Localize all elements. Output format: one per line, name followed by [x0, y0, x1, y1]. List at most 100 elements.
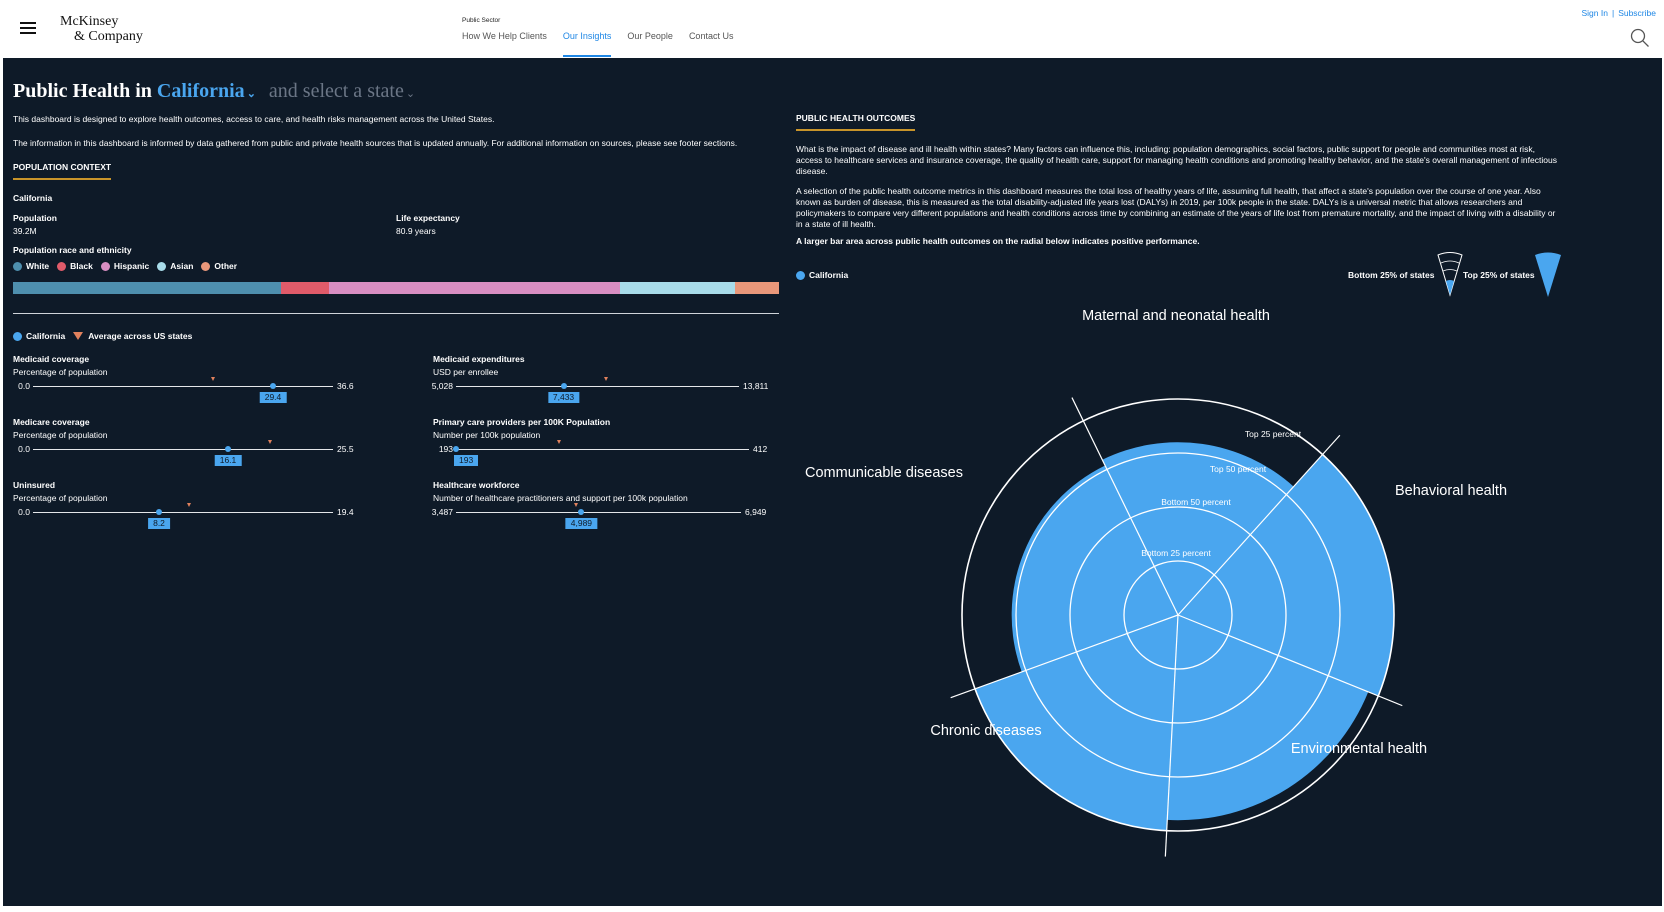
intro-paragraph-2: The information in this dashboard is inf… — [13, 138, 738, 148]
radial-ring-label: Top 25 percent — [1245, 429, 1302, 439]
state-selector-value: California — [156, 80, 245, 102]
mckinsey-logo[interactable]: McKinsey & Company — [60, 14, 143, 44]
metric-subtitle: USD per enrollee — [433, 367, 499, 377]
race-legend-item: White — [13, 261, 49, 271]
race-legend-label: Hispanic — [113, 261, 150, 271]
population-value: 39.2M — [13, 226, 37, 236]
nav-how-we-help-clients[interactable]: How We Help Clients — [462, 31, 547, 57]
metric-slider-track[interactable]: 3,487 6,949 4,989 — [432, 503, 766, 529]
metric-slider-track[interactable]: 0.0 36.6 29.4 — [18, 377, 354, 403]
radial-category-label: Chronic diseases — [930, 723, 1041, 739]
metric-title: Medicaid coverage — [13, 354, 90, 364]
population-state-name: California — [13, 193, 53, 203]
metric-max-label: 412 — [753, 444, 768, 454]
subscribe-link[interactable]: Subscribe — [1618, 8, 1656, 18]
average-marker-icon — [211, 377, 215, 381]
race-ethnicity-label: Population race and ethnicity — [13, 245, 132, 255]
metric-min-label: 0.0 — [18, 444, 30, 454]
metric-title: Uninsured — [13, 480, 56, 490]
sign-in-link[interactable]: Sign In — [1582, 8, 1608, 18]
race-legend-item: Hispanic — [100, 261, 150, 271]
metrics-legend: California Average across US states — [13, 331, 200, 341]
metric-subtitle: Percentage of population — [13, 430, 108, 440]
radial-ring-label: Bottom 50 percent — [1161, 497, 1231, 507]
metric-max-label: 25.5 — [337, 444, 354, 454]
metric-subtitle: Number per 100k population — [433, 430, 541, 440]
auth-separator: | — [1611, 8, 1615, 18]
race-legend-dot — [201, 261, 211, 271]
race-legend-label: Other — [214, 261, 238, 271]
metrics-legend-average: Average across US states — [88, 331, 193, 341]
nav-our-insights[interactable]: Our Insights — [562, 31, 612, 57]
state-value-marker[interactable] — [270, 383, 276, 389]
metric-slider-track[interactable]: 5,028 13,811 7,433 — [432, 377, 768, 403]
radial-category-label: Maternal and neonatal health — [1082, 308, 1270, 324]
dashboard: Public Health in California ⌄ and select … — [3, 58, 1662, 906]
state-selector[interactable]: California ⌄ — [157, 80, 256, 102]
metric-min-label: 0.0 — [18, 381, 30, 391]
auth-links: Sign In | Subscribe — [1582, 8, 1657, 18]
nav-our-people[interactable]: Our People — [627, 31, 673, 57]
life-expectancy-label: Life expectancy — [396, 213, 460, 223]
metric-title: Primary care providers per 100K Populati… — [433, 417, 611, 427]
metric-value-badge: 16.1 — [214, 455, 242, 466]
title-prefix: Public Health in — [13, 80, 152, 102]
race-legend-item: Other — [201, 261, 237, 271]
metric-max-label: 36.6 — [337, 381, 354, 391]
race-bar-segment[interactable] — [619, 282, 735, 294]
metric-card: Primary care providers per 100K Populati… — [433, 417, 610, 440]
sector-label: Public Sector — [462, 17, 501, 24]
radial-chart: Bottom 25 percent Bottom 50 percent Top 50… — [805, 308, 1507, 857]
average-marker-icon — [603, 377, 608, 381]
menu-icon[interactable] — [20, 22, 36, 36]
state-value-marker[interactable] — [156, 509, 162, 515]
race-legend-label: Black — [70, 261, 93, 271]
race-bar-segment[interactable] — [734, 282, 779, 294]
metric-max-label: 6,949 — [745, 507, 767, 517]
metric-card: Uninsured Percentage of population — [13, 480, 108, 503]
radial-category-label: Behavioral health — [1395, 483, 1507, 499]
race-bar-segment[interactable] — [328, 282, 620, 294]
metric-min-label: 0.0 — [18, 507, 30, 517]
metric-card: Medicare coverage Percentage of populatio… — [13, 417, 108, 440]
average-marker-icon — [556, 440, 561, 444]
race-bar-segment[interactable] — [281, 282, 329, 294]
metric-max-label: 13,811 — [743, 381, 769, 391]
metric-slider-track[interactable]: 0.0 19.4 8.2 — [18, 503, 354, 529]
bottom-25-legend-label: Bottom 25% of states — [1348, 270, 1435, 280]
radial-ring-label: Top 50 percent — [1210, 464, 1267, 474]
metric-card: Medicaid coverage Percentage of populatio… — [13, 354, 108, 377]
nav-contact-us[interactable]: Contact Us — [689, 31, 734, 57]
race-ethnicity-bar — [13, 282, 779, 294]
average-marker-icon — [268, 440, 272, 444]
radial-legend-state: California — [809, 270, 849, 280]
state-value-marker[interactable] — [453, 446, 459, 452]
compare-state-selector[interactable]: and select a state ⌄ — [269, 80, 415, 102]
main-nav: How We Help Clients Our Insights Our Peo… — [462, 31, 749, 57]
state-value-marker[interactable] — [225, 446, 231, 452]
logo-line-1: McKinsey — [60, 14, 119, 29]
divider — [13, 313, 779, 314]
state-value-marker[interactable] — [560, 383, 567, 389]
metric-max-label: 19.4 — [337, 507, 354, 517]
metric-subtitle: Percentage of population — [13, 367, 108, 377]
search-icon[interactable] — [1630, 28, 1650, 48]
state-legend-dot — [796, 270, 805, 280]
metric-value-badge: 4,989 — [565, 518, 598, 529]
outcomes-note: A larger bar area across public health o… — [796, 236, 1200, 246]
chevron-down-icon: ⌄ — [405, 88, 416, 100]
metric-subtitle: Percentage of population — [13, 493, 108, 503]
race-legend-label: White — [26, 261, 50, 271]
race-bar-segment[interactable] — [13, 282, 282, 294]
state-value-marker[interactable] — [578, 509, 585, 515]
metric-slider-track[interactable]: 0.0 25.5 16.1 — [18, 440, 354, 466]
race-legend: White Black Hispanic Asian Other — [13, 261, 245, 271]
metric-slider-track[interactable]: 193 412 193 — [439, 440, 767, 466]
metric-title: Medicare coverage — [13, 417, 90, 427]
race-legend-dot — [57, 261, 67, 271]
metric-value-badge: 8.2 — [148, 518, 170, 529]
radial-ring-label: Bottom 25 percent — [1141, 548, 1211, 558]
metric-card: Healthcare workforce Number of healthcare… — [433, 480, 688, 503]
metric-value-badge: 29.4 — [259, 392, 287, 403]
chevron-down-icon: ⌄ — [246, 88, 256, 100]
